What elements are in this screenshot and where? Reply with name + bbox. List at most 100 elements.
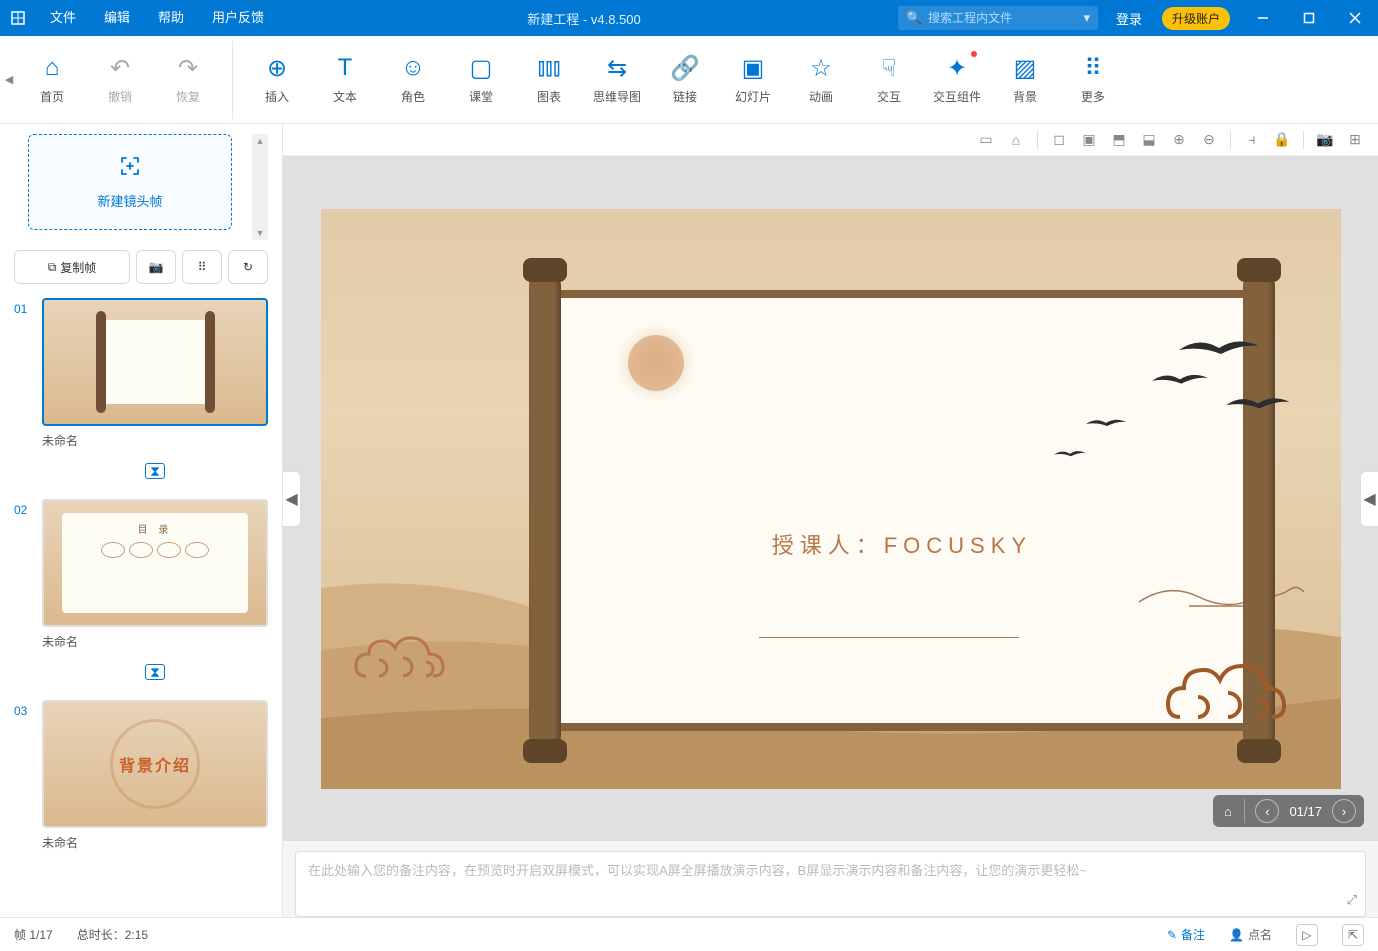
notes-expand-icon[interactable]: ⤢	[1347, 892, 1357, 908]
loop-button[interactable]: ↻	[228, 250, 268, 284]
toolbar-label: 幻灯片	[735, 88, 771, 105]
transition-icon[interactable]: ⧗	[145, 664, 165, 680]
slide-number: 01	[14, 298, 34, 459]
toolbar-交互[interactable]: ☟交互	[855, 41, 923, 119]
slide-thumb-image[interactable]: 目 录	[42, 499, 268, 627]
bird-icon	[1152, 371, 1208, 391]
toolbar-collapse-left[interactable]: ◀	[0, 36, 18, 124]
toolbar-插入[interactable]: ⊕插入	[243, 41, 311, 119]
toolbar-链接[interactable]: 🔗 链接	[651, 41, 719, 119]
ct-layer-down-icon[interactable]: ⬓	[1136, 128, 1162, 152]
toolbar-icon: ⠿	[1079, 54, 1107, 82]
toolbar-恢复[interactable]: ↷恢复	[154, 41, 222, 119]
notes-textarea[interactable]: 在此处输入您的备注内容，在预览时开启双屏模式，可以实现A屏全屏播放演示内容，B屏…	[295, 851, 1366, 917]
slide-thumbnail-02[interactable]: 02 目 录 未命名	[14, 499, 268, 660]
ct-zoom-out-icon[interactable]: ⊖	[1196, 128, 1222, 152]
toolbar-首页[interactable]: ⌂首页	[18, 41, 86, 119]
menu-file[interactable]: 文件	[36, 0, 90, 36]
canvas-viewport[interactable]: ◀ ◀ 授课人：FOCUSKY	[283, 156, 1378, 841]
qr-button[interactable]: ⠿	[182, 250, 222, 284]
status-export-button[interactable]: ⇱	[1342, 924, 1364, 946]
search-input[interactable]	[928, 11, 1077, 25]
slide-name: 未命名	[42, 426, 268, 459]
ct-align-icon[interactable]: ⫞	[1239, 128, 1265, 152]
login-button[interactable]: 登录	[1106, 9, 1152, 28]
menu-edit[interactable]: 编辑	[90, 0, 144, 36]
toolbar-动画[interactable]: ☆动画	[787, 41, 855, 119]
menu-help[interactable]: 帮助	[144, 0, 198, 36]
slide-canvas[interactable]: 授课人：FOCUSKY	[321, 209, 1341, 789]
close-button[interactable]	[1332, 0, 1378, 36]
toolbar-label: 首页	[40, 88, 64, 105]
status-bar: 帧 1/17 总时长：2:15 ✎ 备注 👤 点名 ▷ ⇱	[0, 917, 1378, 951]
status-play-button[interactable]: ▷	[1296, 924, 1318, 946]
new-frame-label: 新建镜头帧	[97, 191, 162, 210]
ct-actual-icon[interactable]: ▣	[1076, 128, 1102, 152]
search-dropdown-icon[interactable]: ▾	[1083, 10, 1090, 26]
status-roll-button[interactable]: 👤 点名	[1229, 926, 1272, 943]
toolbar-icon: ▨	[1011, 54, 1039, 82]
status-notes-button[interactable]: ✎ 备注	[1167, 926, 1205, 943]
transition-icon[interactable]: ⧗	[145, 463, 165, 479]
slide-thumb-image[interactable]	[42, 298, 268, 426]
toolbar-更多[interactable]: ⠿ 更多	[1059, 41, 1127, 119]
nav-home-button[interactable]: ⌂	[1221, 799, 1245, 823]
loop-icon: ↻	[243, 260, 253, 274]
scroll-down-icon[interactable]: ▼	[256, 228, 265, 238]
toolbar-label: 图表	[537, 88, 561, 105]
camera-button[interactable]: 📷	[136, 250, 176, 284]
ct-snapshot-icon[interactable]: 📷	[1312, 128, 1338, 152]
ct-frame-icon[interactable]: ▭	[973, 128, 999, 152]
toolbar-icon: ↶	[106, 54, 134, 82]
ct-zoom-in-icon[interactable]: ⊕	[1166, 128, 1192, 152]
toolbar-幻灯片[interactable]: ▣幻灯片	[719, 41, 787, 119]
toolbar-label: 撤销	[108, 88, 132, 105]
toolbar-图表[interactable]: ⫾⫾⫾ 图表	[515, 41, 583, 119]
nav-next-button[interactable]: ›	[1332, 799, 1356, 823]
toolbar-课堂[interactable]: ▢课堂	[447, 41, 515, 119]
ct-grid-icon[interactable]: ⊞	[1342, 128, 1368, 152]
toolbar-角色[interactable]: ☺角色	[379, 41, 447, 119]
ct-fit-icon[interactable]: ◻	[1046, 128, 1072, 152]
slide-number: 03	[14, 700, 34, 861]
scroll-up-icon[interactable]: ▲	[256, 136, 265, 146]
panel-collapse-right[interactable]: ◀	[1360, 471, 1378, 527]
ct-layer-up-icon[interactable]: ⬒	[1106, 128, 1132, 152]
toolbar-icon: ⫾⫾⫾	[535, 54, 563, 82]
toolbar-label: 更多	[1081, 88, 1105, 105]
toolbar-label: 恢复	[176, 88, 200, 105]
bird-icon	[1226, 394, 1290, 416]
slide-thumbnail-03[interactable]: 03 背景介绍 未命名	[14, 700, 268, 861]
toolbar-思维导图[interactable]: ⇆思维导图	[583, 41, 651, 119]
new-frame-button[interactable]: 新建镜头帧	[28, 134, 232, 230]
toolbar-背景[interactable]: ▨背景	[991, 41, 1059, 119]
toolbar-文本[interactable]: T文本	[311, 41, 379, 119]
nav-prev-button[interactable]: ‹	[1255, 799, 1279, 823]
slide-thumbnail-01[interactable]: 01 未命名	[14, 298, 268, 459]
menu-feedback[interactable]: 用户反馈	[198, 0, 278, 36]
toolbar-icon: 🔗	[671, 54, 699, 82]
window-title: 新建工程 - v4.8.500	[278, 9, 890, 28]
slide-thumb-image[interactable]: 背景介绍	[42, 700, 268, 828]
ct-home-icon[interactable]: ⌂	[1003, 128, 1029, 152]
panel-collapse-left[interactable]: ◀	[283, 471, 301, 527]
toolbar-label: 思维导图	[593, 88, 641, 105]
search-box[interactable]: 🔍 ▾	[898, 6, 1098, 30]
slide-name: 未命名	[42, 627, 268, 660]
toolbar-交互组件[interactable]: ✦交互组件	[923, 41, 991, 119]
copy-frame-button[interactable]: ⧉ 复制帧	[14, 250, 130, 284]
toolbar-label: 交互	[877, 88, 901, 105]
toolbar-撤销[interactable]: ↶ 撤销	[86, 41, 154, 119]
upgrade-button[interactable]: 升级账户	[1162, 7, 1230, 30]
person-icon: 👤	[1229, 928, 1244, 942]
notes-icon: ✎	[1167, 928, 1177, 942]
copy-icon: ⧉	[48, 260, 57, 275]
canvas-area: ▭ ⌂ ◻ ▣ ⬒ ⬓ ⊕ ⊖ ⫞ 🔒 📷 ⊞ ◀ ◀	[283, 124, 1378, 917]
toolbar-label: 链接	[673, 88, 697, 105]
status-roll-label: 点名	[1248, 926, 1272, 943]
toolbar-icon: T	[331, 54, 359, 82]
maximize-button[interactable]	[1286, 0, 1332, 36]
minimize-button[interactable]	[1240, 0, 1286, 36]
ct-lock-icon[interactable]: 🔒	[1269, 128, 1295, 152]
toolbar-icon: ☺	[399, 54, 427, 82]
